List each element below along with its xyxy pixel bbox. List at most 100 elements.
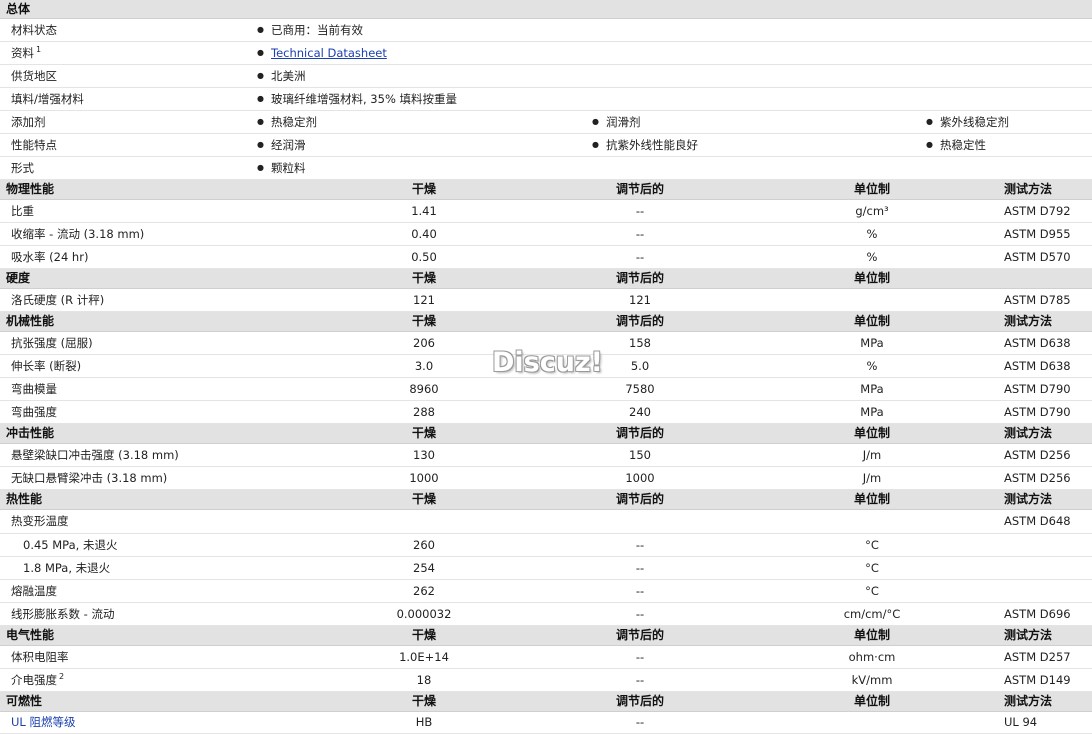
value-test-method: ASTM D648 bbox=[1004, 514, 1071, 528]
row-label: 资料 1 bbox=[11, 45, 42, 60]
row-label: 添加剂 bbox=[11, 115, 46, 129]
column-header-dry: 干燥 bbox=[411, 694, 437, 708]
property-row: 弯曲模量 8960 7580 MPa ASTM D790 bbox=[0, 378, 1092, 401]
property-row: 弯曲强度 288 240 MPa ASTM D790 bbox=[0, 401, 1092, 424]
value-dry: 0.50 bbox=[411, 250, 437, 264]
value-unit: % bbox=[866, 227, 878, 241]
row-label: 性能特点 bbox=[11, 138, 57, 152]
column-header-conditioned: 调节后的 bbox=[615, 628, 665, 642]
property-label-text: 悬壁梁缺口冲击强度 (3.18 mm) bbox=[11, 448, 179, 462]
value-unit: J/m bbox=[862, 471, 882, 485]
value-conditioned: -- bbox=[635, 561, 645, 575]
property-label-text: 体积电阻率 bbox=[11, 650, 69, 664]
value-dry: 206 bbox=[413, 336, 435, 350]
property-label: 悬壁梁缺口冲击强度 (3.18 mm) bbox=[11, 444, 179, 466]
bullet-value: 北美洲 bbox=[257, 65, 306, 87]
property-label-text: 0.45 MPa, 未退火 bbox=[23, 538, 118, 552]
property-label-text: 热变形温度 bbox=[11, 514, 69, 528]
row-label: 形式 bbox=[11, 161, 34, 175]
general-row-forms: 形式 颗粒料 bbox=[0, 157, 1092, 180]
value-test-method: ASTM D696 bbox=[1004, 607, 1071, 621]
value-unit: °C bbox=[865, 584, 879, 598]
footnote-marker: 2 bbox=[59, 672, 65, 681]
value-test-method: ASTM D638 bbox=[1004, 336, 1071, 350]
property-label: 弯曲模量 bbox=[11, 378, 57, 400]
section-title: 总体 bbox=[6, 2, 31, 16]
column-header-conditioned: 调节后的 bbox=[615, 271, 665, 285]
general-row-status: 材料状态 已商用：当前有效 bbox=[0, 19, 1092, 42]
property-label: 比重 bbox=[11, 200, 34, 222]
value-conditioned: -- bbox=[635, 650, 645, 664]
value-unit: °C bbox=[865, 538, 879, 552]
value-dry: HB bbox=[415, 715, 433, 729]
value-conditioned: -- bbox=[635, 673, 645, 687]
bullet-value: 热稳定性 bbox=[926, 134, 986, 156]
property-label-text: 无缺口悬臂梁冲击 (3.18 mm) bbox=[11, 471, 168, 485]
column-header-unit: 单位制 bbox=[853, 426, 891, 440]
value-unit: cm/cm/°C bbox=[843, 607, 901, 621]
property-label-text: 介电强度 bbox=[11, 673, 57, 687]
value-dry: 8960 bbox=[409, 382, 439, 396]
technical-datasheet-link[interactable]: Technical Datasheet bbox=[271, 46, 387, 60]
value-unit: ohm·cm bbox=[848, 650, 896, 664]
general-row-documents: 资料1 Technical Datasheet bbox=[0, 42, 1092, 65]
column-header-test-method: 测试方法 bbox=[1004, 314, 1053, 328]
bullet-value: 玻璃纤维增强材料, 35% 填料按重量 bbox=[257, 88, 457, 110]
value-dry: 1.41 bbox=[411, 204, 437, 218]
column-header-dry: 干燥 bbox=[411, 271, 437, 285]
section-title: 可燃性 bbox=[6, 694, 43, 708]
value-unit: % bbox=[866, 250, 878, 264]
row-label: 供货地区 bbox=[11, 69, 57, 83]
value-conditioned: 1000 bbox=[625, 471, 655, 485]
property-label[interactable]: UL 阻燃等级 bbox=[11, 712, 75, 733]
property-label-text: 线形膨胀系数 - 流动 bbox=[11, 607, 115, 621]
property-row: 熔融温度 262 -- °C bbox=[0, 580, 1092, 603]
value-dry: 0.000032 bbox=[396, 607, 452, 621]
property-sections: 物理性能 干燥 调节后的 单位制 测试方法 比重 1.41 -- g/cm³ ASTM D792 收… bbox=[0, 180, 1092, 734]
bullet-value: 紫外线稳定剂 bbox=[926, 111, 1009, 133]
section-title: 冲击性能 bbox=[6, 426, 55, 440]
property-label-text: 洛氏硬度 (R 计秤) bbox=[11, 293, 105, 307]
property-row: 热变形温度 ASTM D648 bbox=[0, 510, 1092, 534]
section-title: 电气性能 bbox=[6, 628, 55, 642]
column-header-conditioned: 调节后的 bbox=[615, 426, 665, 440]
property-row: 介电强度 2 18 -- kV/mm ASTM D149 bbox=[0, 669, 1092, 692]
section-header: 热性能 干燥 调节后的 单位制 测试方法 bbox=[0, 490, 1092, 510]
section-header: 可燃性 干燥 调节后的 单位制 测试方法 bbox=[0, 692, 1092, 712]
column-header-conditioned: 调节后的 bbox=[615, 314, 665, 328]
value-dry: 262 bbox=[413, 584, 435, 598]
general-row-filler: 填料/增强材料 玻璃纤维增强材料, 35% 填料按重量 bbox=[0, 88, 1092, 111]
value-unit: MPa bbox=[860, 382, 884, 396]
property-row: 收缩率 - 流动 (3.18 mm) 0.40 --% ASTM D955 bbox=[0, 223, 1092, 246]
property-label: 热变形温度 bbox=[11, 510, 69, 533]
value-conditioned: -- bbox=[635, 227, 645, 241]
column-header-conditioned: 调节后的 bbox=[615, 492, 665, 506]
value-conditioned: -- bbox=[635, 607, 645, 621]
row-label: 填料/增强材料 bbox=[11, 92, 84, 106]
discuz-watermark: Discuz! bbox=[492, 347, 603, 378]
property-label: 弯曲强度 bbox=[11, 401, 57, 423]
value-test-method: UL 94 bbox=[1004, 715, 1038, 729]
value-conditioned: -- bbox=[635, 715, 645, 729]
column-header-dry: 干燥 bbox=[411, 492, 437, 506]
property-label-text: 弯曲模量 bbox=[11, 382, 57, 396]
column-header-unit: 单位制 bbox=[853, 271, 891, 285]
value-test-method: ASTM D638 bbox=[1004, 359, 1071, 373]
value-test-method: ASTM D256 bbox=[1004, 448, 1071, 462]
value-dry: 1.0E+14 bbox=[399, 650, 449, 664]
value-conditioned: 121 bbox=[629, 293, 651, 307]
value-unit: °C bbox=[865, 561, 879, 575]
value-conditioned: 240 bbox=[629, 405, 651, 419]
column-header-unit: 单位制 bbox=[853, 492, 891, 506]
value-conditioned: 7580 bbox=[625, 382, 655, 396]
value-conditioned: -- bbox=[635, 204, 645, 218]
property-label-text: 比重 bbox=[11, 204, 34, 218]
section-header: 物理性能 干燥 调节后的 单位制 测试方法 bbox=[0, 180, 1092, 200]
property-label-text[interactable]: UL 阻燃等级 bbox=[11, 715, 75, 729]
property-label: 熔融温度 bbox=[11, 580, 57, 602]
column-header-conditioned: 调节后的 bbox=[615, 182, 665, 196]
property-label: 1.8 MPa, 未退火 bbox=[23, 557, 110, 579]
property-label-text: 伸长率 (断裂) bbox=[11, 359, 82, 373]
value-dry: 1000 bbox=[409, 471, 439, 485]
property-label: 伸长率 (断裂) bbox=[11, 355, 81, 377]
